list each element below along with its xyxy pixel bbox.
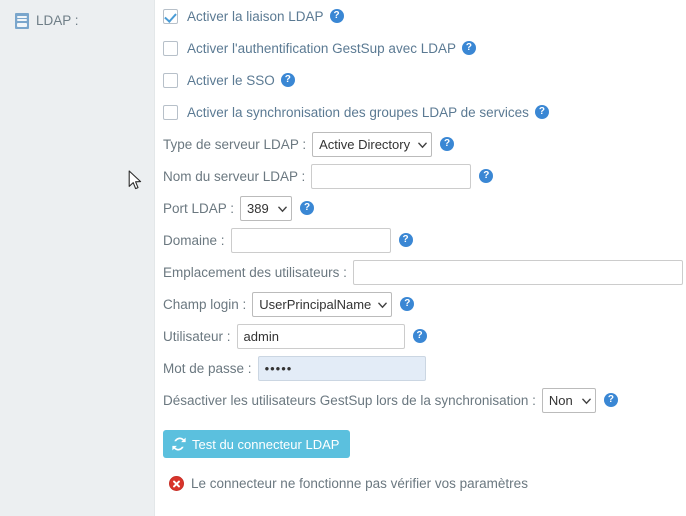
input-user-location[interactable] xyxy=(352,259,683,285)
row-domain: Domaine : ? xyxy=(155,224,686,256)
help-icon-username[interactable]: ? xyxy=(412,329,427,343)
test-button-row: Test du connecteur LDAP xyxy=(155,430,686,458)
checkbox-enable-ldap-link[interactable] xyxy=(163,8,178,24)
label-disable-users: Désactiver les utilisateurs GestSup lors… xyxy=(163,392,536,408)
help-icon-login-field[interactable]: ? xyxy=(400,297,415,311)
row-disable-users: Désactiver les utilisateurs GestSup lors… xyxy=(155,384,686,416)
section-label-column: LDAP : xyxy=(0,0,155,516)
label-password: Mot de passe : xyxy=(163,360,252,376)
input-server-name[interactable] xyxy=(311,163,472,189)
input-domain[interactable] xyxy=(230,227,391,253)
port-select-wrap[interactable]: 389 xyxy=(240,195,293,221)
help-icon-disable-users[interactable]: ? xyxy=(603,393,618,407)
ldap-form: Activer la liaison LDAP ? Activer l'auth… xyxy=(155,0,686,516)
label-username: Utilisateur : xyxy=(163,328,231,344)
help-icon-port[interactable]: ? xyxy=(300,201,315,215)
label-enable-group-sync: Activer la synchronisation des groupes L… xyxy=(187,104,529,120)
server-type-select-wrap[interactable]: Active Directory xyxy=(312,131,433,157)
row-user-location: Emplacement des utilisateurs : xyxy=(155,256,686,288)
select-disable-users[interactable]: Non xyxy=(541,387,596,413)
row-enable-sso: Activer le SSO ? xyxy=(155,64,686,96)
input-password[interactable] xyxy=(257,355,426,381)
checkbox-enable-group-sync[interactable] xyxy=(163,104,178,120)
row-port: Port LDAP : 389 ? xyxy=(155,192,686,224)
label-domain: Domaine : xyxy=(163,232,225,248)
test-ldap-connector-button[interactable]: Test du connecteur LDAP xyxy=(163,430,351,458)
input-username[interactable] xyxy=(236,323,405,349)
disable-users-select-wrap[interactable]: Non xyxy=(541,387,596,413)
help-icon-enable-gestsup-auth[interactable]: ? xyxy=(461,41,476,55)
connector-status-row: Le connecteur ne fonctionne pas vérifier… xyxy=(155,476,686,491)
help-icon-server-name[interactable]: ? xyxy=(479,169,494,183)
label-login-field: Champ login : xyxy=(163,296,247,312)
row-login-field: Champ login : UserPrincipalName ? xyxy=(155,288,686,320)
help-icon-server-type[interactable]: ? xyxy=(440,137,455,151)
checkbox-enable-gestsup-auth[interactable] xyxy=(163,40,178,56)
error-circle-icon xyxy=(169,476,184,491)
row-username: Utilisateur : ? xyxy=(155,320,686,352)
select-server-type[interactable]: Active Directory xyxy=(312,131,433,157)
label-user-location: Emplacement des utilisateurs : xyxy=(163,264,347,280)
label-port: Port LDAP : xyxy=(163,200,235,216)
row-enable-ldap: Activer la liaison LDAP ? xyxy=(155,0,686,32)
ldap-section-header: LDAP : xyxy=(0,10,154,32)
test-ldap-connector-label: Test du connecteur LDAP xyxy=(192,436,340,452)
select-port[interactable]: 389 xyxy=(240,195,293,221)
checkbox-enable-sso[interactable] xyxy=(163,72,178,88)
label-server-type: Type de serveur LDAP : xyxy=(163,136,307,152)
help-icon-domain[interactable]: ? xyxy=(398,233,413,247)
document-list-icon xyxy=(15,13,29,29)
sync-icon xyxy=(172,437,186,451)
label-enable-ldap-link: Activer la liaison LDAP xyxy=(187,8,324,24)
select-login-field[interactable]: UserPrincipalName xyxy=(252,291,393,317)
login-field-select-wrap[interactable]: UserPrincipalName xyxy=(252,291,393,317)
help-icon-enable-group-sync[interactable]: ? xyxy=(534,105,549,119)
label-enable-gestsup-auth: Activer l'authentification GestSup avec … xyxy=(187,40,456,56)
ldap-section-title: LDAP : xyxy=(36,13,79,29)
connector-status-message: Le connecteur ne fonctionne pas vérifier… xyxy=(191,476,528,491)
help-icon-enable-ldap-link[interactable]: ? xyxy=(329,9,344,23)
help-icon-enable-sso[interactable]: ? xyxy=(280,73,295,87)
row-server-name: Nom du serveur LDAP : ? xyxy=(155,160,686,192)
row-server-type: Type de serveur LDAP : Active Directory … xyxy=(155,128,686,160)
label-server-name: Nom du serveur LDAP : xyxy=(163,168,306,184)
row-password: Mot de passe : xyxy=(155,352,686,384)
label-enable-sso: Activer le SSO xyxy=(187,72,275,88)
ldap-settings-panel: LDAP : Activer la liaison LDAP ? Activer… xyxy=(0,0,686,516)
row-enable-gestsup-auth: Activer l'authentification GestSup avec … xyxy=(155,32,686,64)
row-enable-group-sync: Activer la synchronisation des groupes L… xyxy=(155,96,686,128)
